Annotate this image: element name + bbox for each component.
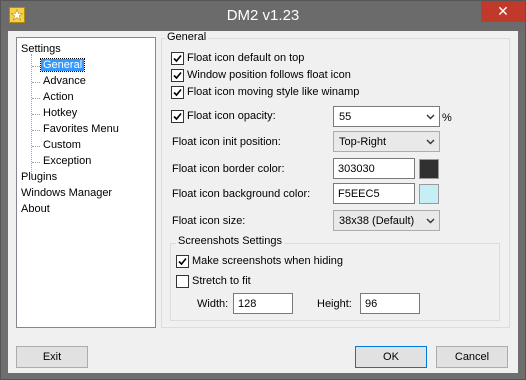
- border-color-input[interactable]: 303030: [333, 158, 415, 179]
- tree-connector: [32, 66, 40, 67]
- ok-button[interactable]: OK: [355, 346, 427, 368]
- background-color-input[interactable]: F5EEC5: [333, 183, 415, 204]
- width-input[interactable]: 128: [233, 293, 293, 314]
- checkmark-icon: [173, 71, 182, 80]
- stretch-label: Stretch to fit: [192, 275, 251, 287]
- tree-item-favorites-menu[interactable]: Favorites Menu: [43, 122, 119, 137]
- checkmark-icon: [178, 257, 187, 266]
- chevron-down-icon: [426, 139, 435, 145]
- border-color-swatch[interactable]: [419, 159, 439, 179]
- height-value: 96: [365, 298, 378, 310]
- window-title: DM2 v1.23: [226, 7, 300, 24]
- float-on-top-checkbox[interactable]: [171, 52, 184, 65]
- dialog-body: Settings General Advance Action Hotkey F…: [8, 31, 518, 373]
- checkmark-icon: [173, 112, 182, 121]
- background-color-label: Float icon background color:: [172, 188, 311, 200]
- follow-float-label: Window position follows float icon: [187, 69, 351, 81]
- tree-item-custom[interactable]: Custom: [43, 138, 81, 153]
- tree-connector: [32, 82, 40, 83]
- float-on-top-label: Float icon default on top: [187, 52, 305, 64]
- tree-connector: [32, 130, 40, 131]
- close-button[interactable]: ✕: [481, 1, 525, 22]
- checkmark-icon: [173, 54, 182, 63]
- winamp-style-checkbox[interactable]: [171, 86, 184, 99]
- tree-item-advance[interactable]: Advance: [43, 74, 86, 89]
- chevron-down-icon: [426, 218, 435, 224]
- icon-size-select[interactable]: 38x38 (Default): [333, 210, 440, 231]
- app-window: DM2 v1.23 ✕ Settings General Advance Act…: [0, 0, 526, 380]
- init-position-label: Float icon init position:: [172, 136, 281, 148]
- tree-item-about[interactable]: About: [21, 202, 50, 217]
- width-label: Width:: [197, 298, 229, 310]
- opacity-select[interactable]: 55: [333, 106, 440, 127]
- tree-item-hotkey[interactable]: Hotkey: [43, 106, 77, 121]
- opacity-value: 55: [339, 111, 352, 123]
- general-group-title: General: [165, 31, 209, 44]
- cancel-button[interactable]: Cancel: [436, 346, 508, 368]
- tree-item-settings[interactable]: Settings: [21, 42, 61, 57]
- height-input[interactable]: 96: [360, 293, 420, 314]
- opacity-checkbox[interactable]: [171, 110, 184, 123]
- follow-float-checkbox[interactable]: [171, 69, 184, 82]
- background-color-value: F5EEC5: [338, 188, 380, 200]
- screenshots-group-title: Screenshots Settings: [176, 235, 284, 248]
- init-position-select[interactable]: Top-Right: [333, 131, 440, 152]
- opacity-label: Float icon opacity:: [187, 110, 276, 122]
- close-icon: ✕: [497, 3, 509, 19]
- tree-item-label: General: [39, 58, 86, 72]
- tree-connector: [32, 114, 40, 115]
- winamp-style-label: Float icon moving style like winamp: [187, 86, 360, 98]
- height-label: Height:: [317, 298, 352, 310]
- tree-item-general[interactable]: General: [39, 58, 86, 73]
- init-position-value: Top-Right: [339, 136, 387, 148]
- border-color-value: 303030: [338, 163, 375, 175]
- border-color-label: Float icon border color:: [172, 163, 285, 175]
- stretch-checkbox[interactable]: [176, 275, 189, 288]
- chevron-down-icon: [426, 114, 435, 120]
- opacity-unit: %: [442, 112, 452, 124]
- make-screenshots-label: Make screenshots when hiding: [192, 255, 344, 267]
- settings-tree[interactable]: Settings General Advance Action Hotkey F…: [16, 37, 156, 328]
- checkmark-icon: [173, 88, 182, 97]
- tree-connector: [32, 98, 40, 99]
- tree-item-windows-manager[interactable]: Windows Manager: [21, 186, 112, 201]
- tree-item-action[interactable]: Action: [43, 90, 74, 105]
- tree-connector: [32, 146, 40, 147]
- title-bar[interactable]: DM2 v1.23 ✕: [1, 1, 525, 31]
- exit-button[interactable]: Exit: [16, 346, 88, 368]
- tree-item-plugins[interactable]: Plugins: [21, 170, 57, 185]
- make-screenshots-checkbox[interactable]: [176, 255, 189, 268]
- background-color-swatch[interactable]: [419, 184, 439, 204]
- tree-connector: [32, 162, 40, 163]
- icon-size-label: Float icon size:: [172, 215, 246, 227]
- width-value: 128: [238, 298, 257, 310]
- tree-item-exception[interactable]: Exception: [43, 154, 91, 169]
- icon-size-value: 38x38 (Default): [339, 215, 415, 227]
